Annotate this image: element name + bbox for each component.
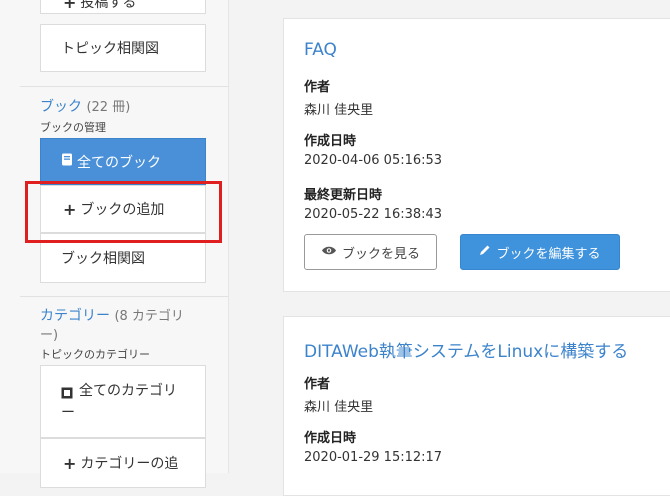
categories-count-cont: ー)	[40, 328, 59, 343]
label-line1: 全てのカテゴリ	[79, 383, 177, 399]
author-label: 作者	[304, 80, 331, 95]
sidebar-item-topic-relation[interactable]: トピック相関図	[40, 24, 206, 72]
eye-icon	[321, 245, 337, 260]
sidebar-item-add-category[interactable]: + カテゴリーの追	[40, 438, 206, 488]
category-icon	[61, 384, 73, 406]
created-label: 作成日時	[304, 431, 357, 446]
created-value: 2020-01-29 15:12:17	[304, 450, 443, 465]
updated-label: 最終更新日時	[304, 188, 383, 203]
categories-section-title[interactable]: カテゴリー (8 カテゴリ ー)	[40, 307, 184, 345]
sidebar-item-post-topic[interactable]: + 投稿する	[40, 0, 206, 14]
label-line2: ー	[61, 405, 75, 421]
updated-value: 2020-05-22 16:38:43	[304, 207, 443, 222]
card-title[interactable]: FAQ	[304, 40, 337, 60]
sidebar-item-label: 投稿する	[80, 0, 137, 11]
sidebar-item-all-categories[interactable]: 全てのカテゴリ ー	[40, 365, 206, 438]
books-title[interactable]: ブック	[40, 99, 82, 115]
section-divider	[20, 86, 228, 87]
books-section-title[interactable]: ブック (22 冊)	[40, 96, 130, 116]
categories-count: (8 カテゴリ	[114, 309, 184, 324]
books-subtitle: ブックの管理	[40, 121, 106, 134]
sidebar-item-label: 全てのブック	[77, 154, 161, 171]
books-count: (22 冊)	[86, 100, 131, 115]
author-value: 森川 佳央里	[304, 400, 374, 415]
created-value: 2020-04-06 05:16:53	[304, 153, 443, 168]
author-value: 森川 佳央里	[304, 103, 374, 118]
sidebar-item-label: トピック相関図	[61, 41, 159, 57]
card-title[interactable]: DITAWeb執筆システムをLinuxに構築する	[304, 337, 628, 362]
sidebar-item-label: ブック相関図	[61, 251, 145, 267]
plus-icon: +	[63, 0, 77, 12]
view-book-button[interactable]: ブックを見る	[304, 234, 437, 270]
author-label: 作者	[304, 377, 331, 392]
book-card: DITAWeb執筆システムをLinuxに構築する 作者 森川 佳央里 作成日時 …	[283, 316, 670, 496]
button-label: ブックを編集する	[496, 246, 601, 262]
categories-subtitle: トピックのカテゴリー	[40, 348, 150, 361]
categories-title[interactable]: カテゴリー	[40, 308, 110, 324]
sidebar-item-label: 全てのカテゴリ ー	[61, 380, 177, 424]
edit-book-button[interactable]: ブックを編集する	[460, 234, 620, 270]
pencil-icon	[479, 244, 491, 260]
plus-icon: +	[63, 453, 77, 473]
section-divider	[20, 296, 228, 297]
created-label: 作成日時	[304, 134, 357, 149]
book-card: FAQ 作者 森川 佳央里 作成日時 2020-04-06 05:16:53 最…	[283, 18, 670, 292]
sidebar-item-all-books[interactable]: 全てのブック	[40, 138, 206, 185]
sidebar: + 投稿する トピック相関図 ブック (22 冊) ブックの管理 全てのブック …	[0, 0, 229, 488]
book-icon	[61, 153, 73, 170]
sidebar-item-label: カテゴリーの追	[80, 456, 179, 472]
highlight-box	[25, 181, 222, 243]
button-label: ブックを見る	[341, 246, 420, 262]
